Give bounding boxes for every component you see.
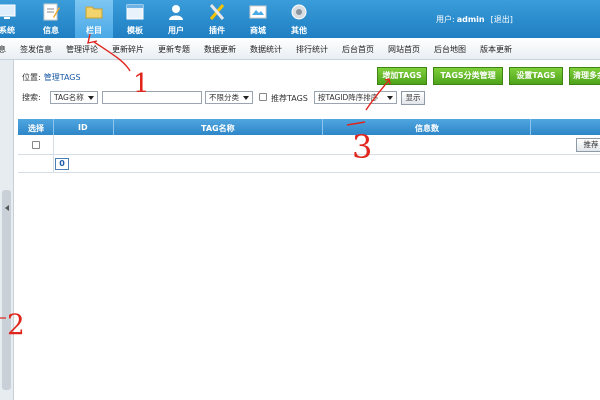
annotation-overlay: 1 2 3 — [0, 33, 391, 341]
table-header: 选择 ID TAG名称 信息数 — [18, 119, 600, 135]
submenu-item[interactable]: 更新碎片 — [112, 44, 144, 55]
submenu-item[interactable]: 排行统计 — [296, 44, 328, 55]
nav-shop[interactable]: 商城 — [239, 0, 277, 38]
location-label: 位置: — [22, 73, 41, 82]
show-button[interactable]: 显示 — [401, 91, 425, 105]
sub-menu-bar: 息 签发信息 管理评论 更新碎片 更新专题 数据更新 数据统计 排行统计 后台首… — [0, 38, 600, 60]
nav-template[interactable]: 模板 — [116, 0, 154, 38]
clean-tags-button[interactable]: 清理多余 — [569, 67, 600, 85]
gear-icon — [291, 4, 307, 20]
submenu-item[interactable]: 后台首页 — [342, 44, 374, 55]
nav-label: 系统 — [0, 26, 15, 35]
col-info-count: 信息数 — [415, 124, 439, 133]
nav-label: 信息 — [43, 26, 59, 35]
nav-other[interactable]: 其他 — [280, 0, 318, 38]
submenu-item[interactable]: 版本更新 — [480, 44, 512, 55]
nav-label: 插件 — [209, 26, 225, 35]
row-checkbox[interactable] — [32, 141, 40, 149]
left-sidebar-strip — [0, 60, 14, 400]
order-select[interactable]: 按TAGID降序排序 — [314, 91, 397, 104]
order-select-value: 按TAGID降序排序 — [318, 93, 379, 102]
nav-label: 栏目 — [86, 26, 102, 35]
col-divider — [322, 119, 323, 135]
col-id: ID — [78, 123, 88, 132]
nav-system[interactable]: 系统 — [0, 0, 26, 38]
table-row: 推荐 — [18, 135, 600, 155]
shop-icon — [249, 5, 267, 19]
search-field-value: TAG名称 — [54, 93, 84, 102]
col-select: 选择 — [28, 124, 44, 133]
scrollbar-thumb[interactable] — [2, 190, 11, 390]
nav-label: 模板 — [127, 26, 143, 35]
col-divider — [53, 119, 54, 135]
submenu-item[interactable]: 更新专题 — [158, 44, 190, 55]
breadcrumb: 位置: 管理TAGS — [22, 72, 81, 83]
submenu-item[interactable]: 管理评论 — [66, 44, 98, 55]
recommend-label: 推荐TAGS — [271, 94, 308, 103]
nav-info[interactable]: 信息 — [32, 0, 70, 38]
chevron-down-icon — [88, 96, 94, 100]
nav-label: 商城 — [250, 26, 266, 35]
col-divider — [113, 119, 114, 135]
set-tags-button[interactable]: 设置TAGS — [509, 67, 563, 85]
pencil-icon — [43, 3, 60, 21]
collapse-arrow-icon[interactable] — [5, 205, 9, 211]
user-info: 用户: admin [退出] — [436, 14, 513, 25]
submenu-item[interactable]: 数据更新 — [204, 44, 236, 55]
search-field-select[interactable]: TAG名称 — [50, 91, 98, 104]
search-label: 搜索: — [22, 93, 41, 102]
col-divider — [530, 119, 531, 135]
top-nav-bar: 系统 信息 栏目 模板 用户 插件 商城 其他 用户: admin [退出] — [0, 0, 600, 38]
username: admin — [456, 15, 485, 24]
folder-icon — [85, 6, 103, 19]
nav-label: 用户 — [168, 26, 184, 35]
tags-category-button[interactable]: TAGS分类管理 — [433, 67, 503, 85]
recommend-button[interactable]: 推荐 — [576, 138, 600, 152]
tools-icon — [209, 4, 225, 20]
add-tags-button[interactable]: 增加TAGS — [377, 67, 427, 85]
nav-plugin[interactable]: 插件 — [198, 0, 236, 38]
submenu-item[interactable]: 签发信息 — [20, 44, 52, 55]
chevron-down-icon — [387, 96, 393, 100]
submenu-item[interactable]: 数据统计 — [250, 44, 282, 55]
location-link[interactable]: 管理TAGS — [44, 73, 81, 82]
recommend-checkbox[interactable] — [259, 93, 267, 101]
class-select[interactable]: 不限分类 — [205, 91, 253, 104]
submenu-item[interactable]: 息 — [0, 44, 6, 55]
nav-label: 其他 — [291, 26, 307, 35]
user-icon — [169, 5, 183, 20]
nav-user[interactable]: 用户 — [157, 0, 195, 38]
window-icon — [126, 4, 144, 20]
col-divider — [53, 135, 54, 155]
class-select-value: 不限分类 — [209, 93, 239, 102]
page-number[interactable]: 0 — [55, 158, 69, 170]
search-input[interactable] — [102, 91, 202, 104]
table-footer: 0 — [18, 155, 600, 173]
submenu-item[interactable]: 网站首页 — [388, 44, 420, 55]
col-tag-name: TAG名称 — [201, 124, 235, 133]
logout-link[interactable]: [退出] — [491, 15, 513, 24]
computer-icon — [0, 4, 16, 19]
chevron-down-icon — [243, 96, 249, 100]
nav-column[interactable]: 栏目 — [75, 0, 113, 38]
user-prefix: 用户: — [436, 15, 455, 24]
col-divider — [53, 155, 54, 173]
submenu-item[interactable]: 后台地图 — [434, 44, 466, 55]
